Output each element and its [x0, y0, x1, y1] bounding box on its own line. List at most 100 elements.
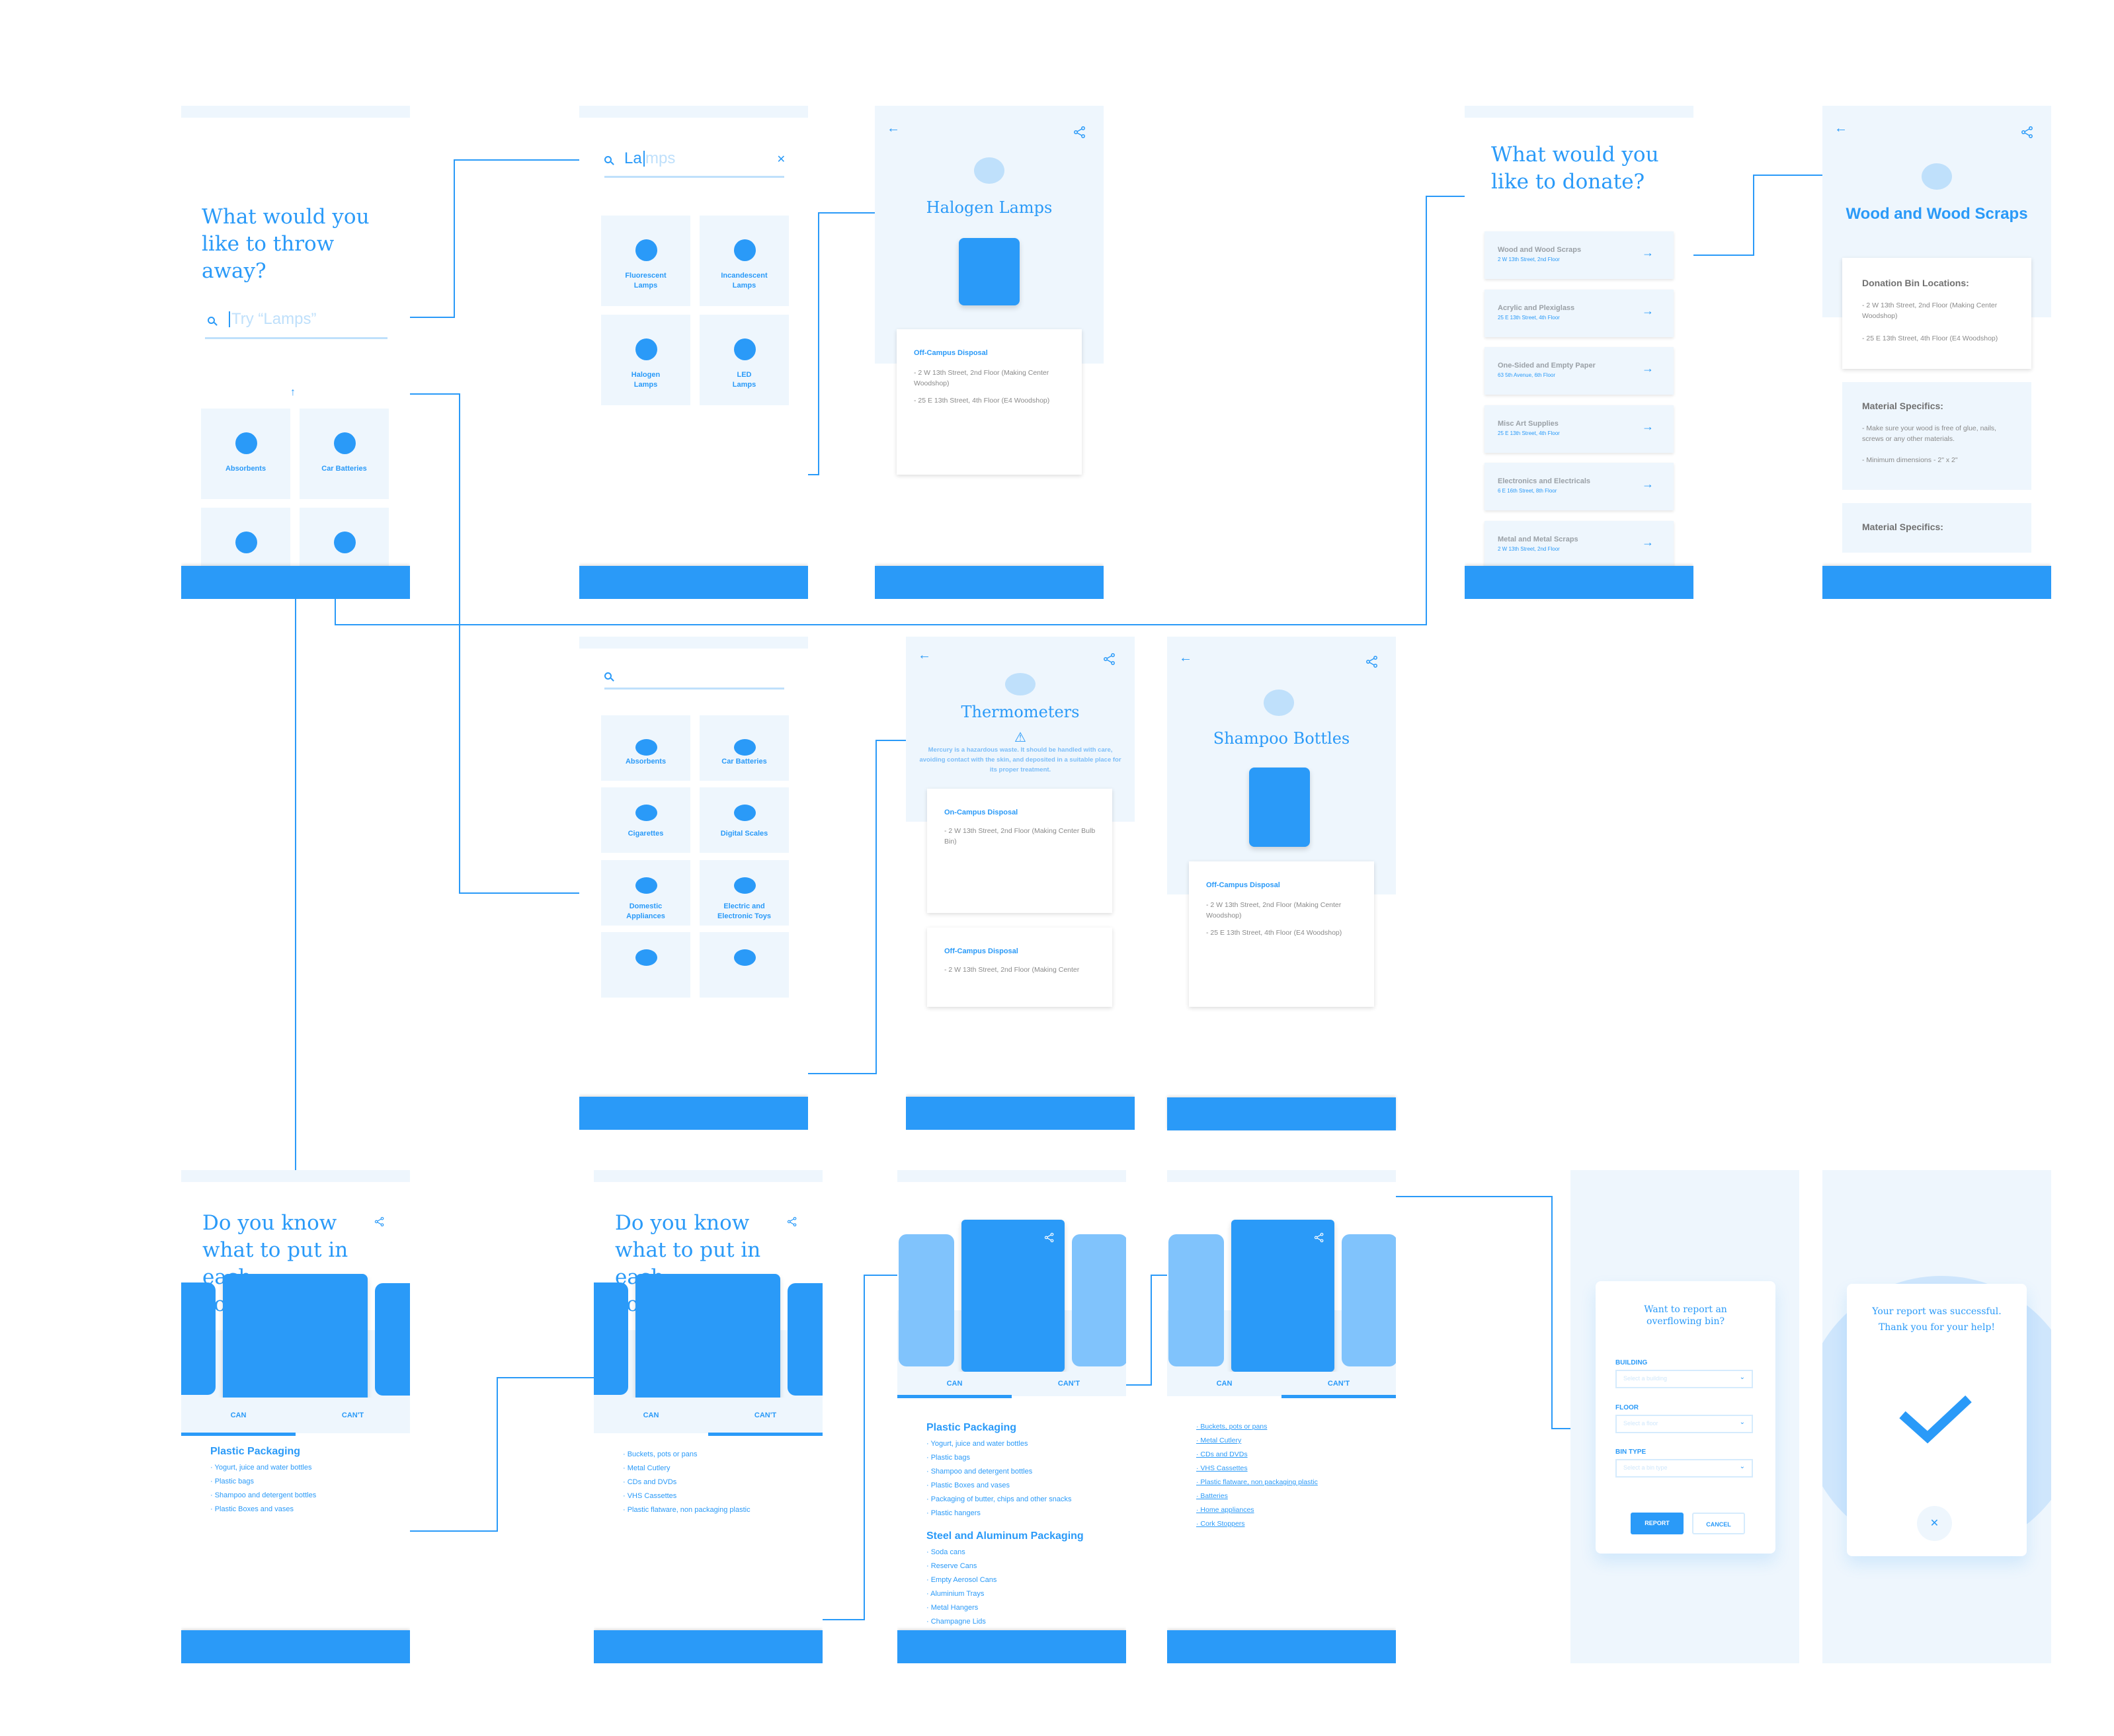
list-link[interactable]: · Cork Stoppers — [1196, 1517, 1389, 1531]
category-icon — [733, 877, 756, 894]
tab-indicator — [181, 1433, 296, 1436]
bin-card-next[interactable] — [1072, 1234, 1126, 1366]
tab-can[interactable]: CAN — [181, 1398, 296, 1433]
list-item: · Buckets, pots or pans — [623, 1450, 698, 1458]
search-field[interactable]: Try “Lamps” — [205, 307, 387, 334]
donation-item[interactable]: Acrylic and Plexiglass 25 E 13th Street, … — [1484, 290, 1674, 337]
category-tile[interactable]: Absorbents — [601, 715, 690, 781]
result-tile[interactable]: LED Lamps — [700, 315, 789, 405]
category-tile[interactable]: Digital Scales — [700, 787, 789, 853]
bin-card-prev[interactable] — [1168, 1234, 1224, 1366]
close-button[interactable]: ✕ — [1917, 1506, 1952, 1541]
share-icon[interactable] — [1365, 655, 1379, 668]
category-label: Car Batteries — [721, 758, 767, 766]
list-link[interactable]: · Metal Cutlery — [1196, 1434, 1389, 1448]
category-tile[interactable] — [700, 932, 789, 998]
back-icon[interactable]: ← — [1834, 122, 1848, 135]
list-link[interactable]: · Home appliances — [1196, 1503, 1389, 1517]
scroll-up-icon[interactable]: ↑ — [290, 387, 296, 399]
list-link[interactable]: · Buckets, pots or pans — [1196, 1420, 1389, 1434]
tab-cant[interactable]: CAN'T — [1281, 1372, 1396, 1396]
address: - 2 W 13th Street, 2nd Floor (Making Cen… — [1206, 901, 1342, 920]
result-tile[interactable]: Halogen Lamps — [601, 315, 690, 405]
list-item: · Plastic Boxes and vases — [210, 1505, 294, 1513]
search-field[interactable]: La mps ✕ — [603, 147, 788, 173]
bin-card-prev[interactable] — [594, 1282, 628, 1395]
donation-item[interactable]: One-Sided and Empty Paper 63 5th Avenue, … — [1484, 347, 1674, 395]
back-icon[interactable]: ← — [887, 122, 900, 135]
share-icon[interactable] — [1314, 1232, 1324, 1243]
bottom-nav-bar[interactable] — [1167, 1630, 1396, 1663]
bottom-nav-bar[interactable] — [579, 566, 808, 599]
bin-card-active[interactable] — [635, 1274, 780, 1403]
search-icon[interactable] — [604, 672, 612, 680]
material-specifics-card: Material Specifics: - Make sure your woo… — [1842, 382, 2031, 490]
item-address: 25 E 13th Street, 4th Floor — [1498, 315, 1560, 321]
category-tile[interactable] — [601, 932, 690, 998]
list-item: · Metal Cutlery — [623, 1464, 671, 1472]
list-link[interactable]: · Plastic flatware, non packaging plasti… — [1196, 1476, 1389, 1489]
bin-card-next[interactable] — [1342, 1234, 1396, 1366]
donation-item[interactable]: Misc Art Supplies 25 E 13th Street, 4th F… — [1484, 405, 1674, 453]
category-tile[interactable]: Domestic Appliances — [601, 860, 690, 926]
bottom-nav-bar[interactable] — [1167, 1097, 1396, 1130]
donation-item[interactable]: Wood and Wood Scraps 2 W 13th Street, 2nd… — [1484, 231, 1674, 279]
list-link[interactable]: · CDs and DVDs — [1196, 1448, 1389, 1462]
section-title: Material Specifics: — [1862, 401, 1943, 411]
bin-card-prev[interactable] — [181, 1282, 216, 1395]
floor-select[interactable]: Select a floor ⌄ — [1615, 1415, 1753, 1433]
tab-can[interactable]: CAN — [897, 1372, 1012, 1396]
bottom-nav-bar[interactable] — [579, 1097, 808, 1130]
category-tile[interactable]: Electric and Electronic Toys — [700, 860, 789, 926]
bin-card-prev[interactable] — [899, 1234, 954, 1366]
tab-can[interactable]: CAN — [1167, 1372, 1281, 1396]
chevron-down-icon: ⌄ — [1739, 1419, 1745, 1426]
tab-cant[interactable]: CAN'T — [708, 1398, 823, 1433]
search-icon — [604, 156, 612, 163]
address: - 25 E 13th Street, 4th Floor (E4 Woodsh… — [914, 397, 1050, 405]
bottom-nav-bar[interactable] — [906, 1097, 1135, 1130]
donation-item[interactable]: Electronics and Electricals 6 E 16th Stre… — [1484, 463, 1674, 510]
clear-icon[interactable]: ✕ — [777, 153, 786, 166]
report-button[interactable]: REPORT — [1631, 1513, 1684, 1534]
category-tile[interactable]: Car Batteries — [300, 409, 389, 499]
address: - 2 W 13th Street, 2nd Floor (Making Cen… — [914, 369, 1049, 387]
screen-scrolled-cant: CAN CAN'T · Buckets, pots or pans · Meta… — [1167, 1170, 1396, 1663]
share-icon[interactable] — [1073, 126, 1086, 139]
cancel-button[interactable]: CANCEL — [1692, 1513, 1745, 1534]
connector-line — [1151, 1275, 1152, 1386]
tab-cant[interactable]: CAN'T — [296, 1398, 410, 1433]
share-icon[interactable] — [787, 1216, 797, 1227]
tab-cant[interactable]: CAN'T — [1012, 1372, 1126, 1396]
bottom-nav-bar[interactable] — [1822, 566, 2051, 599]
share-icon[interactable] — [2021, 126, 2034, 139]
list-link[interactable]: · Batteries — [1196, 1489, 1389, 1503]
bin-type-select[interactable]: Select a bin type ⌄ — [1615, 1459, 1753, 1478]
tab-can[interactable]: CAN — [594, 1398, 708, 1433]
bottom-nav-bar[interactable] — [181, 1630, 410, 1663]
bottom-nav-bar[interactable] — [897, 1630, 1126, 1663]
bottom-nav-bar[interactable] — [1465, 566, 1693, 599]
share-icon[interactable] — [374, 1216, 385, 1227]
donation-item[interactable]: Metal and Metal Scraps 2 W 13th Street, 2… — [1484, 521, 1674, 569]
back-icon[interactable]: ← — [1179, 651, 1192, 664]
bottom-nav-bar[interactable] — [594, 1630, 823, 1663]
bottom-nav-bar[interactable] — [875, 566, 1104, 599]
result-tile[interactable]: Fluorescent Lamps — [601, 216, 690, 306]
item-name: Electronics and Electricals — [1498, 477, 1591, 485]
bottom-nav-bar[interactable] — [181, 566, 410, 599]
back-icon[interactable]: ← — [918, 649, 931, 662]
category-tile[interactable]: Cigarettes — [601, 787, 690, 853]
bin-card-active[interactable] — [223, 1274, 368, 1403]
bin-card-next[interactable] — [375, 1283, 410, 1396]
bin-card-next[interactable] — [788, 1283, 823, 1396]
search-underline — [604, 688, 784, 690]
category-tile[interactable]: Absorbents — [201, 409, 290, 499]
list-link[interactable]: · VHS Cassettes — [1196, 1462, 1389, 1476]
building-select[interactable]: Select a building ⌄ — [1615, 1370, 1753, 1388]
card-title: Off-Campus Disposal — [944, 947, 1018, 955]
share-icon[interactable] — [1103, 652, 1116, 666]
share-icon[interactable] — [1044, 1232, 1055, 1243]
result-tile[interactable]: Incandescent Lamps — [700, 216, 789, 306]
category-tile[interactable]: Car Batteries — [700, 715, 789, 781]
